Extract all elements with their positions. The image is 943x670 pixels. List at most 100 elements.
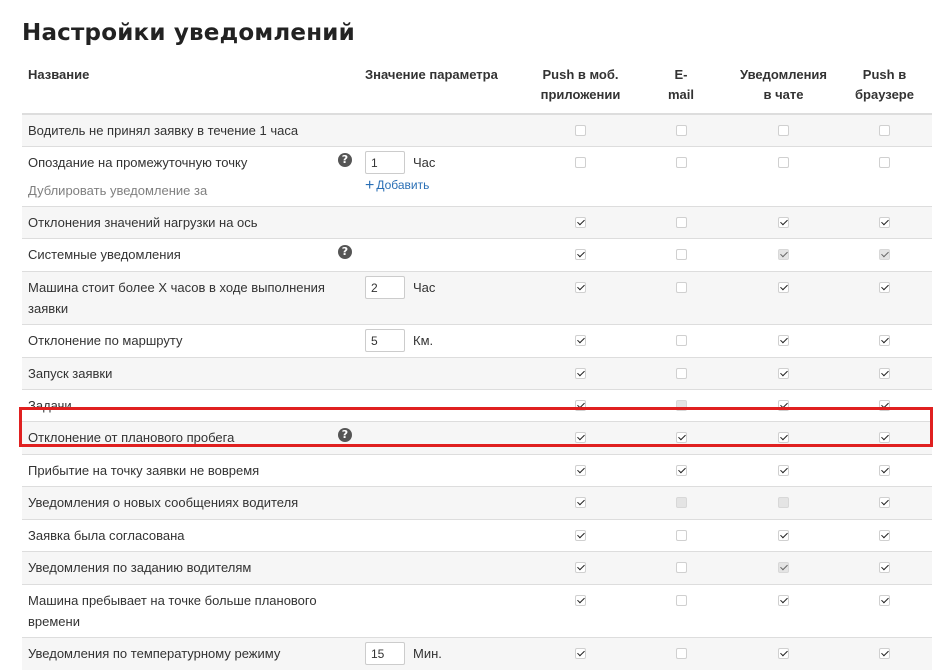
email-checkbox[interactable]: [676, 217, 687, 228]
column-header-chat: Уведомления в чате: [730, 58, 837, 114]
push-mobile-checkbox[interactable]: [575, 368, 586, 379]
chat-checkbox[interactable]: [778, 400, 789, 411]
email-checkbox[interactable]: [676, 249, 687, 260]
checkbox-cell-push-browser: [837, 272, 932, 325]
table-row: Запуск заявки: [22, 358, 932, 390]
help-icon[interactable]: ?: [338, 428, 352, 442]
push-browser-checkbox[interactable]: [879, 400, 890, 411]
email-checkbox[interactable]: [676, 335, 687, 346]
email-checkbox[interactable]: [676, 282, 687, 293]
chat-checkbox[interactable]: [778, 465, 789, 476]
help-icon[interactable]: ?: [338, 245, 352, 259]
parameter-input[interactable]: [365, 329, 405, 352]
push-browser-checkbox[interactable]: [879, 497, 890, 508]
push-mobile-checkbox[interactable]: [575, 465, 586, 476]
push-browser-checkbox[interactable]: [879, 432, 890, 443]
email-checkbox[interactable]: [676, 157, 687, 168]
checkbox-cell-push-browser: [837, 207, 932, 239]
setting-name-cell: Отклонение по маршруту: [22, 325, 359, 358]
push-browser-checkbox[interactable]: [879, 368, 890, 379]
push-browser-checkbox[interactable]: [879, 465, 890, 476]
chat-checkbox[interactable]: [778, 648, 789, 659]
push-mobile-checkbox[interactable]: [575, 648, 586, 659]
chat-checkbox[interactable]: [778, 217, 789, 228]
chat-checkbox[interactable]: [778, 595, 789, 606]
setting-value-cell: [359, 552, 529, 585]
help-icon[interactable]: ?: [338, 153, 352, 167]
chat-checkbox[interactable]: [778, 432, 789, 443]
push-mobile-checkbox[interactable]: [575, 530, 586, 541]
chat-checkbox[interactable]: [778, 125, 789, 136]
push-mobile-checkbox[interactable]: [575, 595, 586, 606]
push-mobile-checkbox[interactable]: [575, 217, 586, 228]
push-browser-checkbox[interactable]: [879, 217, 890, 228]
push-browser-checkbox[interactable]: [879, 595, 890, 606]
checkbox-cell-push-mobile: [529, 520, 632, 552]
email-checkbox[interactable]: [676, 125, 687, 136]
add-link-label: Добавить: [376, 178, 429, 192]
push-mobile-checkbox[interactable]: [575, 432, 586, 443]
push-mobile-checkbox[interactable]: [575, 282, 586, 293]
email-checkbox[interactable]: [676, 368, 687, 379]
table-row: Отклонение по маршрутуКм.: [22, 325, 932, 358]
table-row: Прибытие на точку заявки не вовремя: [22, 455, 932, 487]
checkbox-cell-push-mobile: [529, 638, 632, 670]
checkbox-cell-email: [632, 487, 730, 520]
email-checkbox[interactable]: [676, 465, 687, 476]
checkbox-cell-push-browser: [837, 390, 932, 422]
setting-value-cell: [359, 487, 529, 520]
push-browser-checkbox[interactable]: [879, 157, 890, 168]
push-browser-checkbox[interactable]: [879, 562, 890, 573]
table-row: Уведомления по температурному режиму Мин.: [22, 638, 932, 670]
push-browser-checkbox[interactable]: [879, 530, 890, 541]
chat-checkbox[interactable]: [778, 335, 789, 346]
value-group: Час: [365, 272, 523, 299]
parameter-input[interactable]: [365, 276, 405, 299]
chat-checkbox[interactable]: [778, 368, 789, 379]
table-header-row: Название Значение параметра Push в моб. …: [22, 58, 932, 114]
checkbox-cell-push-browser: [837, 114, 932, 147]
checkbox-cell-push-browser: [837, 487, 932, 520]
setting-name-cell: Отклонение от планового пробега?: [22, 422, 359, 455]
checkbox-cell-push-mobile: [529, 487, 632, 520]
push-mobile-checkbox[interactable]: [575, 335, 586, 346]
setting-name-cell: Уведомления по температурному режиму: [22, 638, 359, 670]
add-link[interactable]: +Добавить: [365, 175, 523, 196]
checkbox-cell-push-mobile: [529, 114, 632, 147]
checkbox-cell-push-browser: [837, 520, 932, 552]
chat-checkbox[interactable]: [778, 157, 789, 168]
setting-name-cell: Запуск заявки: [22, 358, 359, 390]
push-mobile-checkbox[interactable]: [575, 562, 586, 573]
push-mobile-checkbox[interactable]: [575, 157, 586, 168]
parameter-input[interactable]: [365, 151, 405, 174]
setting-name: Отклонения значений нагрузки на ось: [28, 207, 353, 233]
push-browser-checkbox[interactable]: [879, 125, 890, 136]
push-mobile-checkbox[interactable]: [575, 497, 586, 508]
setting-value-cell: [359, 422, 529, 455]
column-header-name: Название: [22, 58, 359, 114]
setting-name: Опоздание на промежуточную точку: [28, 147, 353, 173]
chat-checkbox[interactable]: [778, 282, 789, 293]
setting-name: Отклонение по маршруту: [28, 325, 353, 351]
unit-label: Мин.: [413, 643, 442, 664]
setting-name-cell: Заявка была согласована: [22, 520, 359, 552]
email-checkbox[interactable]: [676, 595, 687, 606]
email-checkbox[interactable]: [676, 562, 687, 573]
push-browser-checkbox[interactable]: [879, 282, 890, 293]
table-row: Системные уведомления?: [22, 239, 932, 272]
checkbox-cell-chat: [730, 114, 837, 147]
push-browser-checkbox[interactable]: [879, 648, 890, 659]
chat-checkbox[interactable]: [778, 530, 789, 541]
checkbox-cell-chat: [730, 455, 837, 487]
push-browser-checkbox[interactable]: [879, 335, 890, 346]
email-checkbox[interactable]: [676, 432, 687, 443]
push-mobile-checkbox[interactable]: [575, 249, 586, 260]
setting-name: Отклонение от планового пробега: [28, 422, 353, 448]
push-mobile-checkbox[interactable]: [575, 125, 586, 136]
email-checkbox[interactable]: [676, 648, 687, 659]
push-mobile-checkbox[interactable]: [575, 400, 586, 411]
parameter-input[interactable]: [365, 642, 405, 665]
checkbox-cell-push-browser: [837, 239, 932, 272]
checkbox-cell-push-browser: [837, 422, 932, 455]
email-checkbox[interactable]: [676, 530, 687, 541]
